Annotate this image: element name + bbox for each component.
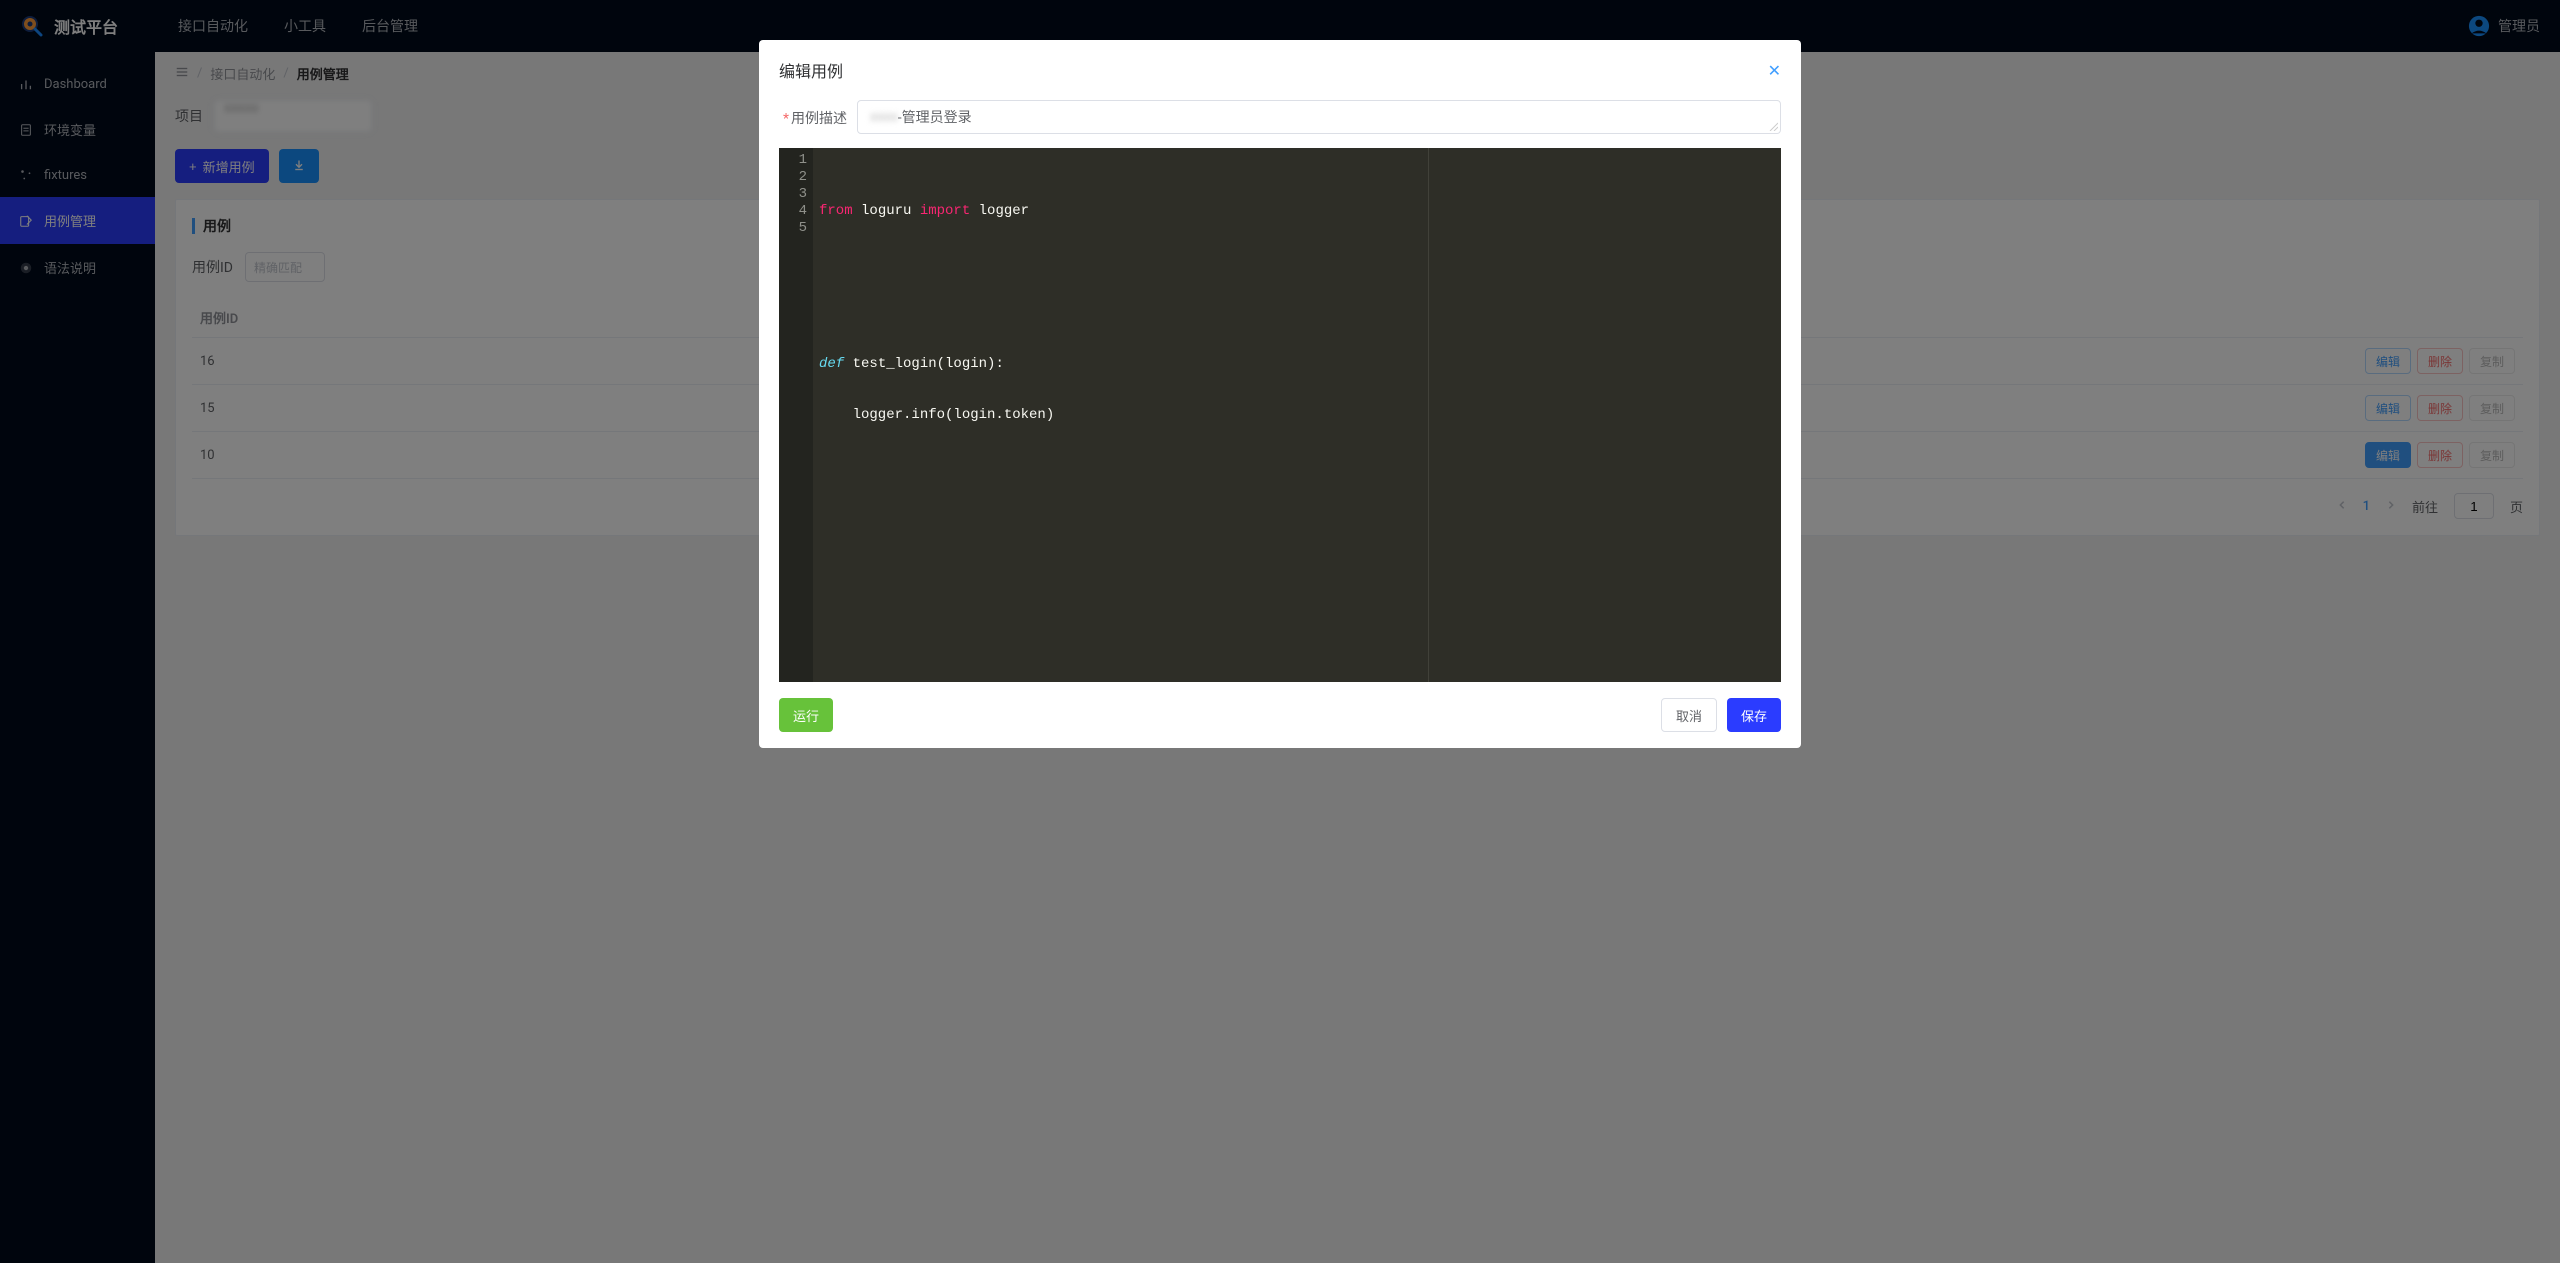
desc-row: *用例描述 xxxx-管理员登录 xyxy=(779,100,1781,134)
code-editor[interactable]: 1 2 3 4 5 from loguru import logger def … xyxy=(779,148,1781,682)
edit-case-dialog: 编辑用例 ✕ *用例描述 xxxx-管理员登录 1 2 3 4 5 xyxy=(759,40,1801,748)
dialog-footer: 运行 取消 保存 xyxy=(759,690,1801,748)
required-mark: * xyxy=(783,111,789,127)
run-button[interactable]: 运行 xyxy=(779,698,833,732)
resize-handle-icon xyxy=(1768,121,1778,131)
cancel-button[interactable]: 取消 xyxy=(1661,698,1717,732)
desc-input[interactable]: xxxx-管理员登录 xyxy=(857,100,1781,134)
code-content[interactable]: from loguru import logger def test_login… xyxy=(813,148,1781,682)
dialog-title: 编辑用例 xyxy=(779,58,843,82)
save-button[interactable]: 保存 xyxy=(1727,698,1781,732)
print-margin xyxy=(1428,148,1429,682)
gutter: 1 2 3 4 5 xyxy=(779,148,813,682)
dialog-body: *用例描述 xxxx-管理员登录 1 2 3 4 5 from loguru i… xyxy=(759,90,1801,690)
desc-label: *用例描述 xyxy=(779,100,847,128)
close-icon[interactable]: ✕ xyxy=(1768,61,1781,80)
dialog-header: 编辑用例 ✕ xyxy=(759,40,1801,90)
